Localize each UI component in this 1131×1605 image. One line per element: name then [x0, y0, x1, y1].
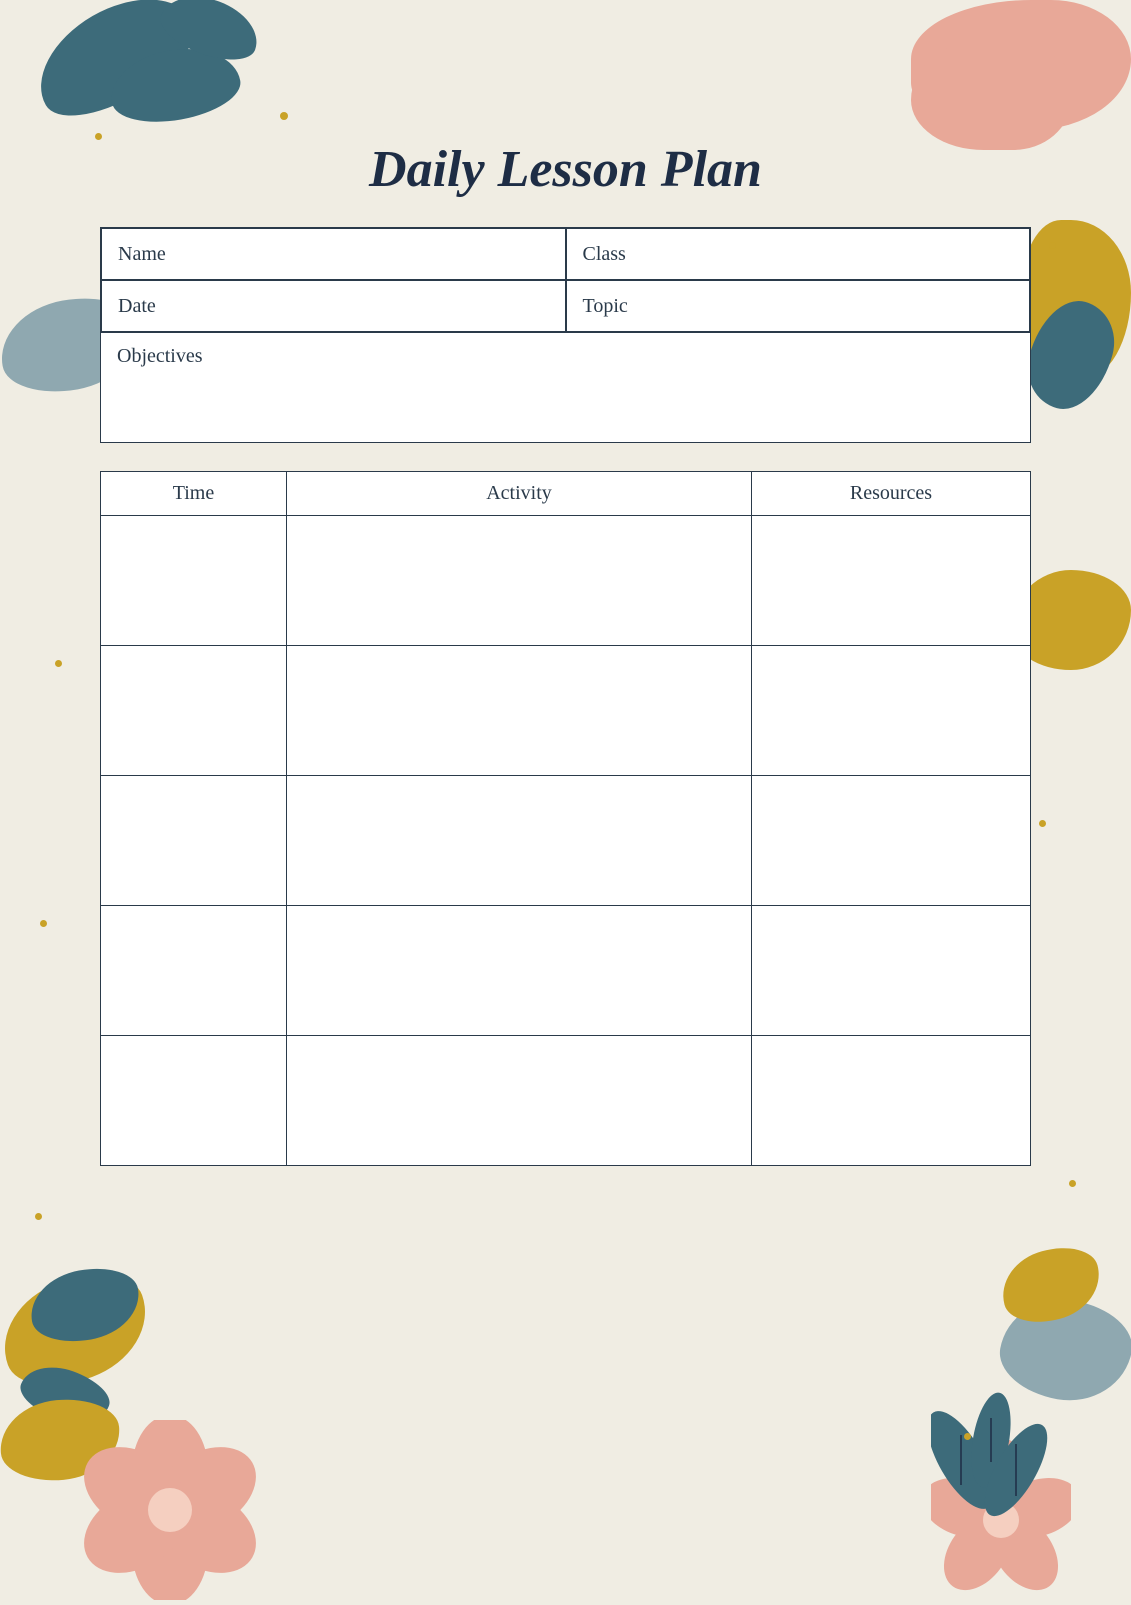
objectives-label: Objectives — [117, 345, 203, 367]
date-label: Date — [118, 295, 156, 318]
table-row — [101, 646, 1031, 776]
page-title: Daily Lesson Plan — [100, 140, 1031, 199]
name-field: Name — [101, 228, 566, 280]
cell-resources-4 — [752, 1036, 1031, 1166]
col-header-resources: Resources — [752, 472, 1031, 516]
col-header-activity: Activity — [287, 472, 752, 516]
name-label: Name — [118, 243, 166, 266]
table-row — [101, 1036, 1031, 1166]
cell-time-4 — [101, 1036, 287, 1166]
table-row — [101, 516, 1031, 646]
class-field: Class — [566, 228, 1031, 280]
page-content: Daily Lesson Plan Name Class Date Topic … — [100, 140, 1031, 1380]
cell-time-3 — [101, 906, 287, 1036]
objectives-box: Objectives — [100, 333, 1031, 443]
topic-label: Topic — [583, 295, 628, 318]
cell-resources-2 — [752, 776, 1031, 906]
table-header-row: Time Activity Resources — [101, 472, 1031, 516]
info-grid: Name Class Date Topic — [100, 227, 1031, 333]
cell-activity-3 — [287, 906, 752, 1036]
cell-resources-3 — [752, 906, 1031, 1036]
table-row — [101, 906, 1031, 1036]
cell-time-2 — [101, 776, 287, 906]
cell-activity-2 — [287, 776, 752, 906]
date-field: Date — [101, 280, 566, 332]
cell-time-1 — [101, 646, 287, 776]
cell-resources-1 — [752, 646, 1031, 776]
topic-field: Topic — [566, 280, 1031, 332]
cell-activity-4 — [287, 1036, 752, 1166]
cell-time-0 — [101, 516, 287, 646]
class-label: Class — [583, 243, 626, 266]
cell-activity-0 — [287, 516, 752, 646]
cell-resources-0 — [752, 516, 1031, 646]
col-header-time: Time — [101, 472, 287, 516]
table-row — [101, 776, 1031, 906]
schedule-table: Time Activity Resources — [100, 471, 1031, 1166]
cell-activity-1 — [287, 646, 752, 776]
